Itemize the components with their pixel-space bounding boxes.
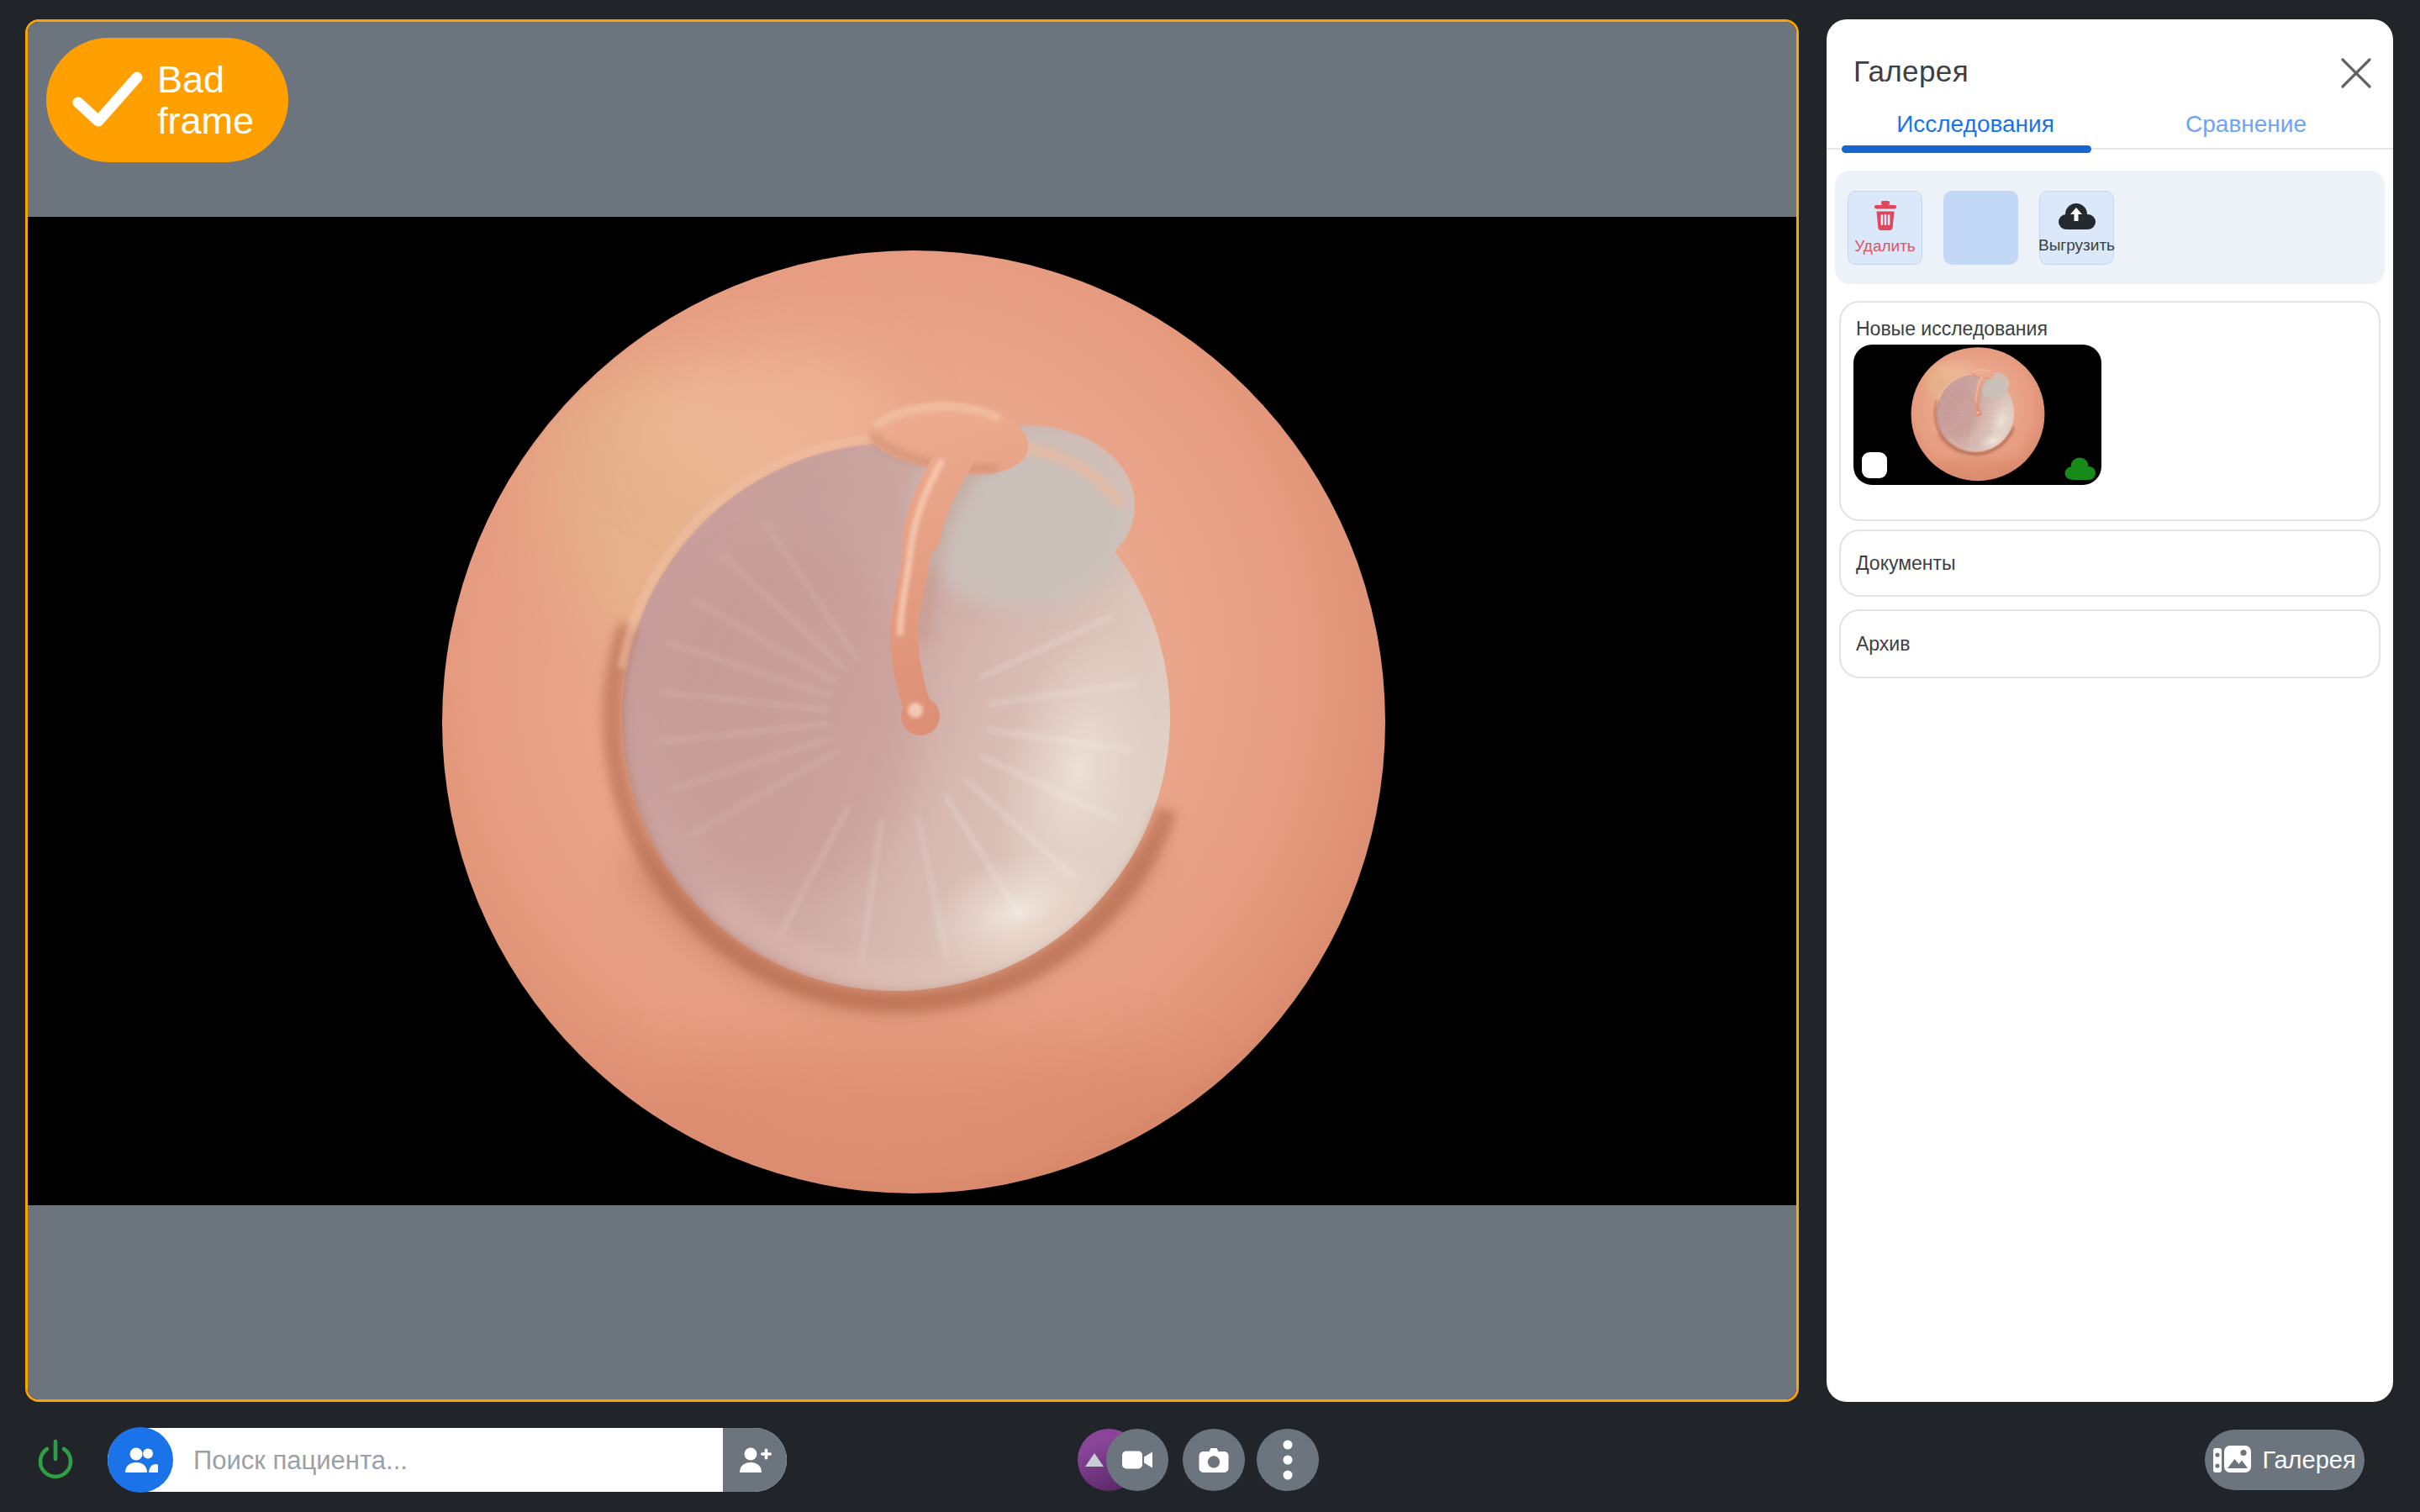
new-studies-title: Новые исследования <box>1856 318 2048 340</box>
gallery-button[interactable]: Галерея <box>2205 1430 2365 1490</box>
cloud-synced-icon <box>2064 456 2097 481</box>
take-photo-button[interactable] <box>1183 1429 1245 1491</box>
gallery-toolbar: Удалить Выгрузить <box>1835 171 2385 284</box>
triangle-up-icon <box>1085 1453 1104 1467</box>
delete-button[interactable]: Удалить <box>1848 191 1922 265</box>
video-letterbox-bottom <box>28 1205 1796 1399</box>
patients-icon <box>108 1427 173 1493</box>
upload-button[interactable]: Выгрузить <box>2039 191 2114 265</box>
trash-icon <box>1873 200 1898 231</box>
gallery-panel: Галерея Исследования Сравнение Удалить <box>1827 19 2393 1402</box>
camera-icon <box>1199 1447 1229 1473</box>
cloud-upload-icon <box>2058 202 2096 230</box>
bad-frame-badge: Bad frame <box>46 38 288 162</box>
toolbar-middle-button[interactable] <box>1943 191 2018 265</box>
patient-search-input[interactable] <box>192 1428 649 1494</box>
active-tab-indicator <box>1842 145 2091 153</box>
upload-label: Выгрузить <box>2038 236 2115 255</box>
add-patient-button[interactable] <box>723 1428 787 1492</box>
person-add-icon <box>737 1446 772 1473</box>
thumbnail-checkbox[interactable] <box>1862 452 1887 478</box>
power-button[interactable] <box>34 1438 77 1482</box>
delete-label: Удалить <box>1854 237 1916 256</box>
otoscopy-thumbnail-image <box>1911 347 2045 482</box>
record-video-button[interactable] <box>1106 1429 1168 1491</box>
panel-title: Галерея <box>1853 55 1969 88</box>
archive-label: Архив <box>1856 633 1910 656</box>
gallery-button-label: Галерея <box>2262 1446 2355 1474</box>
documents-label: Документы <box>1856 552 1956 575</box>
video-letterbox-top <box>28 22 1796 217</box>
otoscopy-live-image <box>439 249 1389 1199</box>
kebab-menu-icon <box>1283 1440 1293 1480</box>
study-thumbnail[interactable] <box>1853 345 2101 485</box>
more-options-button[interactable] <box>1257 1429 1319 1491</box>
close-icon[interactable] <box>2338 55 2375 92</box>
videocam-icon <box>1122 1449 1153 1471</box>
tab-studies[interactable]: Исследования <box>1840 113 2111 136</box>
patient-search-bar <box>108 1428 787 1492</box>
tab-comparison[interactable]: Сравнение <box>2111 113 2381 136</box>
gallery-icon <box>2213 1445 2252 1475</box>
new-studies-card: Новые исследования <box>1839 301 2380 521</box>
bad-frame-label: Bad frame <box>157 59 275 141</box>
documents-section[interactable]: Документы <box>1839 529 2380 597</box>
video-viewport <box>25 19 1799 1402</box>
archive-section[interactable]: Архив <box>1839 609 2380 678</box>
check-icon <box>71 71 144 129</box>
